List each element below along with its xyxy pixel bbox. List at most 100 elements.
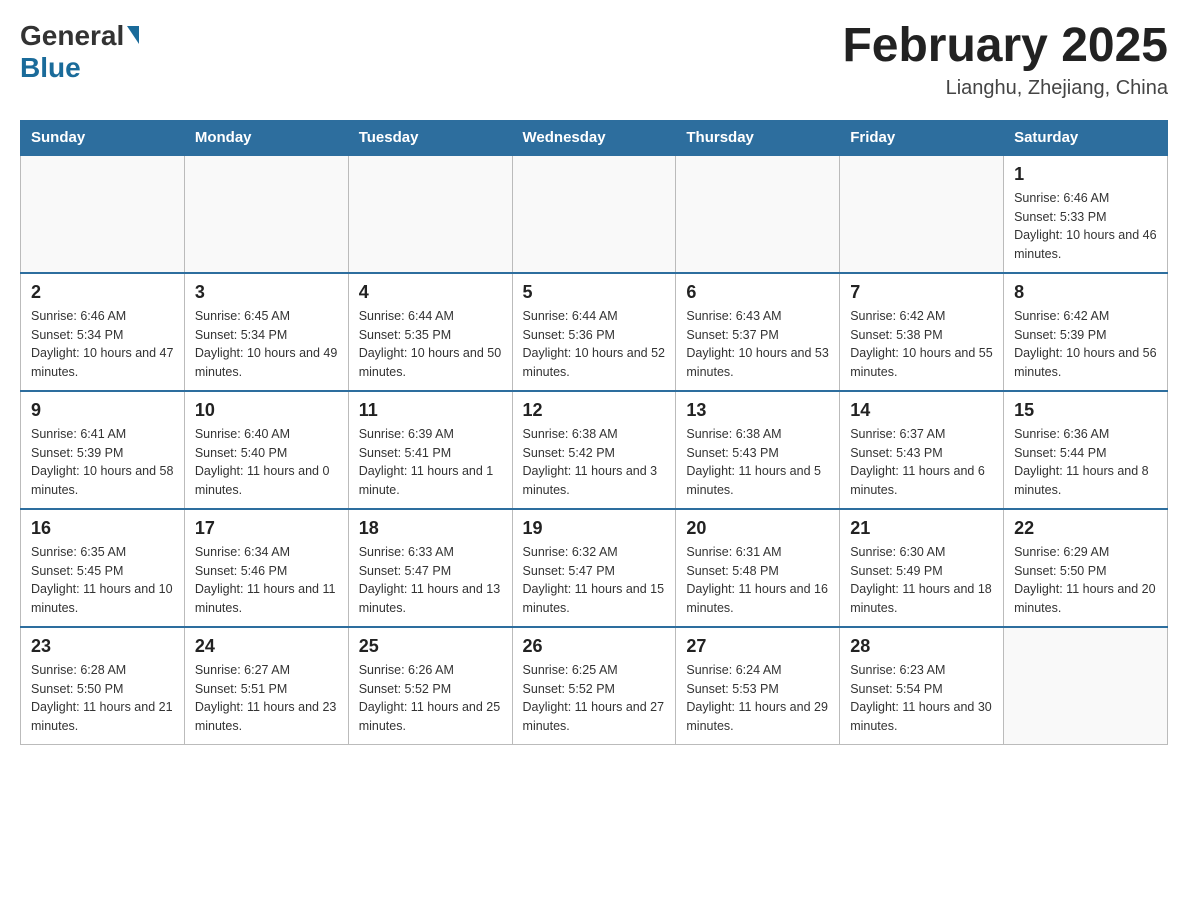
logo-general-word: General (20, 20, 124, 52)
day-number: 2 (31, 282, 174, 303)
calendar-header-thursday: Thursday (676, 120, 840, 155)
day-number: 1 (1014, 164, 1157, 185)
day-info: Sunrise: 6:29 AMSunset: 5:50 PMDaylight:… (1014, 543, 1157, 618)
calendar-day-cell: 24Sunrise: 6:27 AMSunset: 5:51 PMDayligh… (184, 627, 348, 745)
calendar-day-cell: 3 Sunrise: 6:45 AMSunset: 5:34 PMDaylight… (184, 273, 348, 391)
day-info: Sunrise: 6:31 AMSunset: 5:48 PMDaylight:… (686, 543, 829, 618)
month-title: February 2025 (842, 20, 1168, 73)
day-info: Sunrise: 6:42 AMSunset: 5:39 PMDaylight:… (1014, 307, 1157, 382)
day-info: Sunrise: 6:40 AMSunset: 5:40 PMDaylight:… (195, 425, 338, 500)
title-area: February 2025 Lianghu, Zhejiang, China (842, 20, 1168, 100)
calendar-day-cell (348, 155, 512, 273)
logo-blue-text: Blue (20, 52, 81, 84)
calendar-day-cell: 18 Sunrise: 6:33 AMSunset: 5:47 PMDayligh… (348, 509, 512, 627)
day-info: Sunrise: 6:39 AMSunset: 5:41 PMDaylight:… (359, 425, 502, 500)
day-number: 3 (195, 282, 338, 303)
calendar-header-wednesday: Wednesday (512, 120, 676, 155)
day-number: 6 (686, 282, 829, 303)
day-number: 7 (850, 282, 993, 303)
calendar-day-cell: 8 Sunrise: 6:42 AMSunset: 5:39 PMDaylight… (1004, 273, 1168, 391)
logo-general-text: General (20, 20, 139, 52)
location-text: Lianghu, Zhejiang, China (842, 77, 1168, 100)
calendar-week-row: 23Sunrise: 6:28 AMSunset: 5:50 PMDayligh… (21, 627, 1168, 745)
day-info: Sunrise: 6:46 AMSunset: 5:33 PMDaylight:… (1014, 189, 1157, 264)
calendar-day-cell: 17 Sunrise: 6:34 AMSunset: 5:46 PMDayligh… (184, 509, 348, 627)
calendar-day-cell (676, 155, 840, 273)
day-info: Sunrise: 6:44 AMSunset: 5:35 PMDaylight:… (359, 307, 502, 382)
day-number: 4 (359, 282, 502, 303)
day-info: Sunrise: 6:43 AMSunset: 5:37 PMDaylight:… (686, 307, 829, 382)
day-info: Sunrise: 6:38 AMSunset: 5:43 PMDaylight:… (686, 425, 829, 500)
logo-arrow-icon (127, 26, 139, 44)
calendar-day-cell: 12 Sunrise: 6:38 AMSunset: 5:42 PMDayligh… (512, 391, 676, 509)
day-info: Sunrise: 6:37 AMSunset: 5:43 PMDaylight:… (850, 425, 993, 500)
day-info: Sunrise: 6:45 AMSunset: 5:34 PMDaylight:… (195, 307, 338, 382)
calendar-day-cell: 7 Sunrise: 6:42 AMSunset: 5:38 PMDaylight… (840, 273, 1004, 391)
day-info: Sunrise: 6:46 AMSunset: 5:34 PMDaylight:… (31, 307, 174, 382)
day-number: 16 (31, 518, 174, 539)
day-info: Sunrise: 6:23 AMSunset: 5:54 PMDaylight:… (850, 661, 993, 736)
day-number: 13 (686, 400, 829, 421)
calendar-day-cell: 22Sunrise: 6:29 AMSunset: 5:50 PMDayligh… (1004, 509, 1168, 627)
calendar-day-cell: 5 Sunrise: 6:44 AMSunset: 5:36 PMDaylight… (512, 273, 676, 391)
day-number: 14 (850, 400, 993, 421)
calendar-day-cell: 10 Sunrise: 6:40 AMSunset: 5:40 PMDayligh… (184, 391, 348, 509)
day-info: Sunrise: 6:42 AMSunset: 5:38 PMDaylight:… (850, 307, 993, 382)
calendar-day-cell: 13 Sunrise: 6:38 AMSunset: 5:43 PMDayligh… (676, 391, 840, 509)
day-number: 28 (850, 636, 993, 657)
calendar-table: SundayMondayTuesdayWednesdayThursdayFrid… (20, 120, 1168, 745)
day-number: 10 (195, 400, 338, 421)
calendar-day-cell (512, 155, 676, 273)
calendar-day-cell: 1 Sunrise: 6:46 AMSunset: 5:33 PMDaylight… (1004, 155, 1168, 273)
day-info: Sunrise: 6:38 AMSunset: 5:42 PMDaylight:… (523, 425, 666, 500)
calendar-header-saturday: Saturday (1004, 120, 1168, 155)
day-number: 17 (195, 518, 338, 539)
calendar-day-cell (21, 155, 185, 273)
day-number: 11 (359, 400, 502, 421)
day-info: Sunrise: 6:32 AMSunset: 5:47 PMDaylight:… (523, 543, 666, 618)
calendar-day-cell (840, 155, 1004, 273)
calendar-day-cell: 15Sunrise: 6:36 AMSunset: 5:44 PMDayligh… (1004, 391, 1168, 509)
day-info: Sunrise: 6:24 AMSunset: 5:53 PMDaylight:… (686, 661, 829, 736)
calendar-day-cell (184, 155, 348, 273)
calendar-week-row: 2 Sunrise: 6:46 AMSunset: 5:34 PMDaylight… (21, 273, 1168, 391)
logo: General Blue (20, 20, 139, 84)
calendar-day-cell: 4 Sunrise: 6:44 AMSunset: 5:35 PMDaylight… (348, 273, 512, 391)
day-number: 24 (195, 636, 338, 657)
day-number: 20 (686, 518, 829, 539)
day-info: Sunrise: 6:33 AMSunset: 5:47 PMDaylight:… (359, 543, 502, 618)
calendar-day-cell: 28 Sunrise: 6:23 AMSunset: 5:54 PMDayligh… (840, 627, 1004, 745)
day-info: Sunrise: 6:30 AMSunset: 5:49 PMDaylight:… (850, 543, 993, 618)
day-number: 26 (523, 636, 666, 657)
page-header: General Blue February 2025 Lianghu, Zhej… (20, 20, 1168, 100)
day-info: Sunrise: 6:25 AMSunset: 5:52 PMDaylight:… (523, 661, 666, 736)
calendar-day-cell: 11 Sunrise: 6:39 AMSunset: 5:41 PMDayligh… (348, 391, 512, 509)
day-number: 27 (686, 636, 829, 657)
calendar-header-friday: Friday (840, 120, 1004, 155)
calendar-day-cell: 6 Sunrise: 6:43 AMSunset: 5:37 PMDaylight… (676, 273, 840, 391)
calendar-header-sunday: Sunday (21, 120, 185, 155)
calendar-day-cell: 21Sunrise: 6:30 AMSunset: 5:49 PMDayligh… (840, 509, 1004, 627)
calendar-week-row: 1 Sunrise: 6:46 AMSunset: 5:33 PMDaylight… (21, 155, 1168, 273)
calendar-header-monday: Monday (184, 120, 348, 155)
day-number: 8 (1014, 282, 1157, 303)
day-info: Sunrise: 6:26 AMSunset: 5:52 PMDaylight:… (359, 661, 502, 736)
calendar-week-row: 16Sunrise: 6:35 AMSunset: 5:45 PMDayligh… (21, 509, 1168, 627)
day-number: 12 (523, 400, 666, 421)
day-info: Sunrise: 6:34 AMSunset: 5:46 PMDaylight:… (195, 543, 338, 618)
calendar-day-cell: 27 Sunrise: 6:24 AMSunset: 5:53 PMDayligh… (676, 627, 840, 745)
day-number: 9 (31, 400, 174, 421)
calendar-day-cell: 20 Sunrise: 6:31 AMSunset: 5:48 PMDayligh… (676, 509, 840, 627)
calendar-week-row: 9 Sunrise: 6:41 AMSunset: 5:39 PMDaylight… (21, 391, 1168, 509)
day-info: Sunrise: 6:44 AMSunset: 5:36 PMDaylight:… (523, 307, 666, 382)
calendar-day-cell: 25 Sunrise: 6:26 AMSunset: 5:52 PMDayligh… (348, 627, 512, 745)
calendar-day-cell: 23Sunrise: 6:28 AMSunset: 5:50 PMDayligh… (21, 627, 185, 745)
day-number: 25 (359, 636, 502, 657)
day-info: Sunrise: 6:41 AMSunset: 5:39 PMDaylight:… (31, 425, 174, 500)
day-number: 18 (359, 518, 502, 539)
day-number: 19 (523, 518, 666, 539)
day-number: 5 (523, 282, 666, 303)
day-number: 23 (31, 636, 174, 657)
calendar-day-cell: 14 Sunrise: 6:37 AMSunset: 5:43 PMDayligh… (840, 391, 1004, 509)
calendar-header-row: SundayMondayTuesdayWednesdayThursdayFrid… (21, 120, 1168, 155)
